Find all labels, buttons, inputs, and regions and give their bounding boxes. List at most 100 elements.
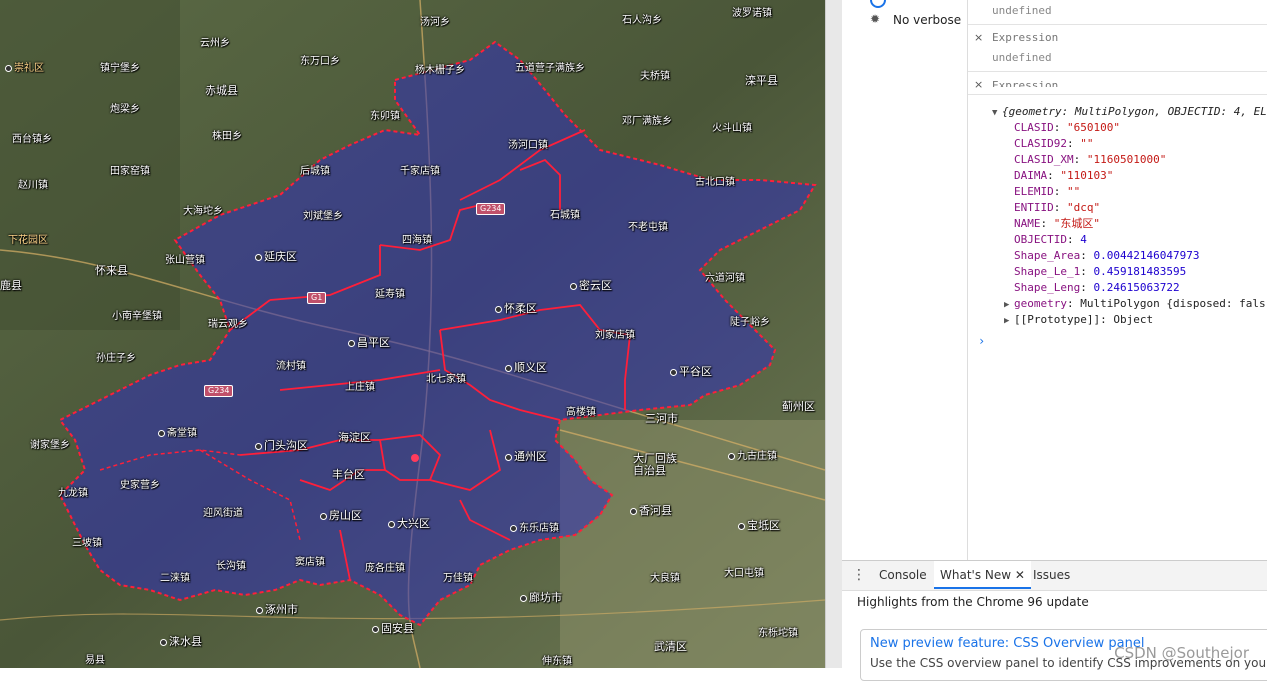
place-label: 云州乡	[200, 38, 230, 49]
property-key: DAIMA	[1014, 169, 1048, 182]
place-label: 涞水县	[160, 636, 202, 648]
place-label: 庞各庄镇	[365, 563, 405, 574]
object-property-row[interactable]: ENTIID: "dcq"	[1014, 201, 1100, 215]
tab-whats-new[interactable]: What's New ✕	[934, 561, 1031, 589]
place-label: 石人沟乡	[622, 15, 662, 26]
place-label: 西台镇乡	[12, 134, 52, 145]
place-label: 顺义区	[505, 362, 547, 374]
object-property-row[interactable]: CLASID: "650100"	[1014, 121, 1120, 135]
property-value: ""	[1080, 137, 1094, 150]
place-label: 香河县	[630, 505, 672, 517]
close-icon[interactable]: ×	[974, 31, 983, 44]
place-label: 伸东镇	[542, 656, 572, 667]
place-label: 斋堂镇	[158, 428, 197, 440]
watch-expression[interactable]: × Expression undefined	[968, 25, 1267, 72]
tab-issues[interactable]: Issues	[1033, 561, 1070, 589]
object-property-row[interactable]: DAIMA: "110103"	[1014, 169, 1113, 183]
object-property-row[interactable]: Shape_Leng: 0.24615063722	[1014, 281, 1180, 295]
place-label: 海淀区	[338, 431, 371, 444]
place-label: 三坡镇	[72, 538, 102, 549]
watch-name: Expression	[992, 79, 1059, 87]
place-label: 涿州市	[256, 604, 298, 616]
watch-expression[interactable]: × Expression	[968, 72, 1267, 95]
collapsed-triangle-icon[interactable]: ▶	[1004, 298, 1014, 312]
place-label: 火斗山镇	[712, 123, 752, 134]
object-property-row[interactable]: NAME: "东城区"	[1014, 217, 1100, 231]
place-label: 滦平县	[745, 74, 778, 87]
object-property-row[interactable]: Shape_Le_1: 0.459181483595	[1014, 265, 1186, 279]
property-value: "650100"	[1067, 121, 1120, 134]
devtools-panel: ✹ No verbose undefined × Expression unde…	[842, 0, 1267, 681]
road-shield-g234: G234	[204, 385, 234, 397]
place-label: 延寿镇	[375, 289, 405, 300]
object-property-row[interactable]: ELEMID: ""	[1014, 185, 1080, 199]
place-label: 武清区	[654, 640, 687, 653]
place-label: 杨木栅子乡	[415, 65, 465, 76]
place-label: 北七家镇	[426, 374, 466, 385]
panel-splitter[interactable]	[825, 0, 843, 668]
place-label: 高楼镇	[566, 407, 596, 418]
place-label: 万佳镇	[443, 573, 473, 584]
place-label: 孙庄子乡	[96, 353, 136, 364]
place-label: 史家营乡	[120, 480, 160, 491]
place-label: 小南辛堡镇	[112, 311, 162, 322]
property-value: ""	[1067, 185, 1081, 198]
place-label: 东万口乡	[300, 56, 340, 67]
place-label: 九古庄镇	[728, 451, 777, 463]
place-label: 怀来县	[95, 264, 128, 277]
place-label: 通州区	[505, 451, 547, 463]
feature-card-title[interactable]: New preview feature: CSS Overview panel	[870, 636, 1144, 651]
info-icon	[870, 0, 886, 8]
close-icon[interactable]: ×	[974, 78, 983, 91]
collapsed-triangle-icon[interactable]: ▶	[1004, 314, 1014, 328]
place-label: 固安县	[372, 623, 414, 635]
tab-console[interactable]: Console	[879, 561, 927, 589]
place-label: 昌平区	[348, 337, 390, 349]
place-label: 赤城县	[205, 84, 238, 97]
object-row-geometry[interactable]: ▶ geometry: MultiPolygon {disposed: fals	[1004, 297, 1266, 312]
more-icon[interactable]: ⋮	[852, 561, 866, 589]
place-label: 田家窑镇	[110, 166, 150, 177]
property-value: 0.00442146047973	[1093, 249, 1200, 262]
place-label: 镇宁堡乡	[100, 63, 140, 74]
place-label: 大厂回族自治县	[633, 452, 677, 477]
object-header[interactable]: ▼ {geometry: MultiPolygon, OBJECTID: 4, E…	[992, 105, 1267, 120]
watch-value: undefined	[992, 51, 1052, 64]
close-icon[interactable]: ✕	[1015, 568, 1025, 582]
place-label: 千家店镇	[400, 166, 440, 177]
expand-triangle-icon[interactable]: ▼	[992, 106, 1002, 120]
property-key: Shape_Area	[1014, 249, 1081, 262]
place-label: 石城镇	[550, 210, 580, 221]
watch-value: undefined	[992, 4, 1052, 17]
place-label: 邓厂满族乡	[622, 116, 672, 127]
place-label: 流村镇	[276, 361, 306, 372]
road-shield-g1: G1	[307, 292, 327, 304]
object-property-row[interactable]: OBJECTID: 4	[1014, 233, 1087, 247]
place-label: 谢家堡乡	[30, 440, 70, 451]
console-prompt-chevron-icon[interactable]: ›	[978, 334, 985, 348]
place-label: 汤河乡	[420, 17, 450, 28]
object-property-row[interactable]: CLASID_XM: "1160501000"	[1014, 153, 1166, 167]
place-label: 东卯镇	[370, 111, 400, 122]
place-label: 平谷区	[670, 366, 712, 378]
property-key: CLASID	[1014, 121, 1054, 134]
place-label: 赵川镇	[18, 180, 48, 191]
place-label: 宝坻区	[738, 520, 780, 532]
property-value: "110103"	[1060, 169, 1114, 182]
map-view[interactable]: G234 G1 G234 崇礼区 镇宁堡乡 云州乡 汤河乡 石人沟乡 波罗诺镇 …	[0, 0, 825, 668]
watch-expression[interactable]: undefined	[968, 0, 1267, 25]
sidebar-item-no-verbose[interactable]: No verbose	[893, 13, 961, 27]
place-label: 下花园区	[8, 235, 48, 246]
place-label: 古北口镇	[695, 177, 735, 188]
place-label: 瑞云观乡	[208, 319, 248, 330]
object-property-row[interactable]: CLASID92: ""	[1014, 137, 1093, 151]
object-row-prototype[interactable]: ▶ [[Prototype]]: Object	[1004, 313, 1153, 328]
bug-icon: ✹	[870, 12, 881, 26]
place-label: 长沟镇	[216, 561, 246, 572]
map-canvas[interactable]	[0, 0, 825, 668]
place-label: 延庆区	[255, 251, 297, 263]
log-level-sidebar: ✹ No verbose	[842, 0, 968, 560]
place-label: 怀柔区	[495, 303, 537, 315]
place-label: 蓟州区	[782, 400, 815, 413]
object-property-row[interactable]: Shape_Area: 0.00442146047973	[1014, 249, 1199, 263]
